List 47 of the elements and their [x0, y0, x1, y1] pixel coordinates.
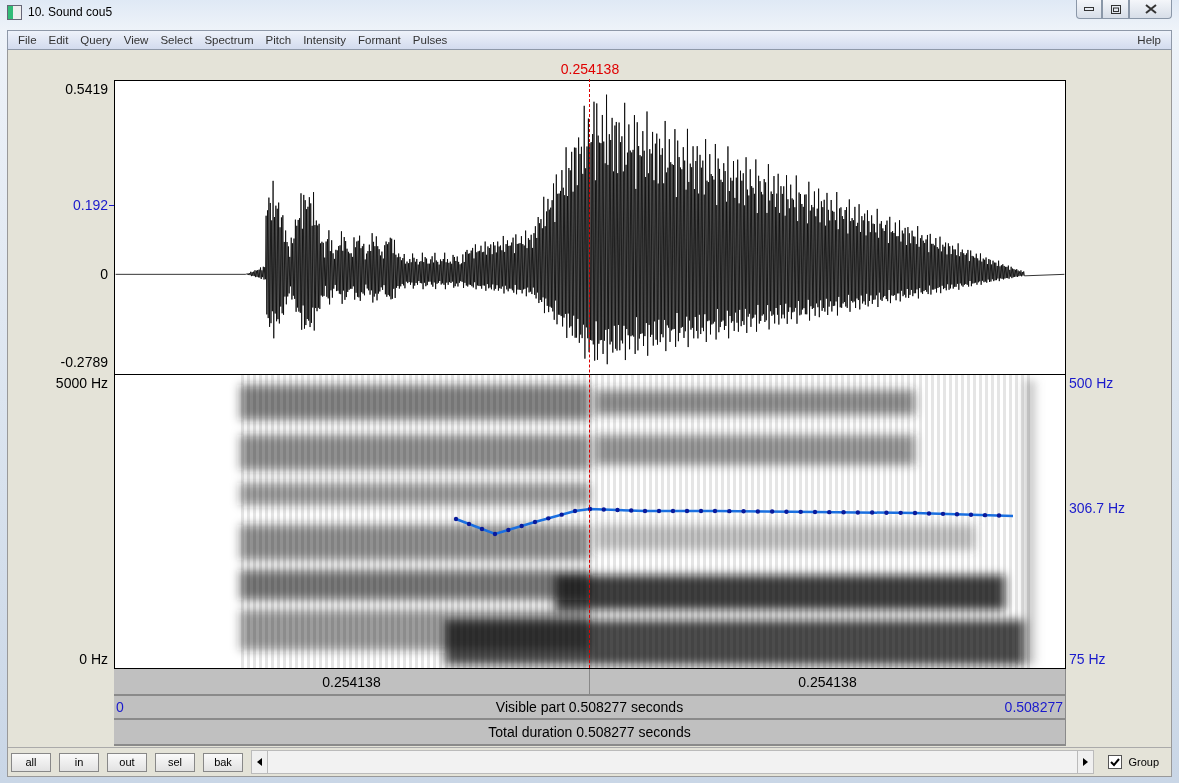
frequency-label: 5000 Hz	[55, 375, 108, 391]
menu-item[interactable]: Edit	[42, 34, 75, 46]
time-segment[interactable]: 0.254138	[589, 669, 1065, 694]
restore-icon	[1110, 4, 1121, 14]
menu-item[interactable]: Intensity	[297, 34, 352, 46]
horizontal-scrollbar[interactable]	[251, 750, 1095, 774]
right-triangle-icon	[1083, 758, 1089, 766]
window-title: 10. Sound cou5	[28, 5, 114, 19]
zoom-button[interactable]: bak	[203, 752, 243, 772]
close-icon	[1144, 4, 1157, 14]
pitch-label: 75 Hz	[1069, 651, 1106, 667]
total-duration-bar[interactable]: Total duration 0.508277 seconds	[114, 720, 1066, 746]
checkmark-icon	[1110, 757, 1121, 767]
amplitude-label: -0.2789	[60, 354, 108, 370]
close-button[interactable]	[1129, 0, 1172, 19]
cursor-time-label: 0.254138	[560, 61, 620, 77]
pitch-label: 500 Hz	[1069, 375, 1114, 391]
amplitude-label: 0.5419	[65, 81, 108, 97]
menu-item[interactable]: Query	[74, 34, 118, 46]
group-label: Group	[1128, 756, 1159, 768]
group-checkbox[interactable]	[1108, 755, 1123, 769]
zoom-button[interactable]: out	[107, 752, 147, 772]
visible-part-bar[interactable]: 0 Visible part 0.508277 seconds 0.508277	[114, 696, 1066, 720]
amplitude-label: 0	[100, 266, 108, 283]
menu-item[interactable]: Formant	[352, 34, 407, 46]
visible-part-label: Visible part 0.508277 seconds	[495, 699, 684, 715]
zoom-button[interactable]: all	[11, 752, 51, 772]
frequency-label: 0 Hz	[79, 651, 108, 667]
zoom-button[interactable]: sel	[155, 752, 195, 772]
end-time-label: 0.508277	[1004, 699, 1063, 715]
menu-item[interactable]: File	[12, 34, 43, 46]
minimize-icon	[1084, 7, 1094, 11]
minimize-button[interactable]	[1076, 0, 1102, 19]
menu-item[interactable]: View	[117, 34, 155, 46]
time-segment[interactable]: 0.254138	[114, 669, 589, 694]
amplitude-label: 0.192	[72, 197, 108, 214]
left-triangle-icon	[257, 758, 262, 766]
restore-button[interactable]	[1102, 0, 1129, 19]
menu-item[interactable]: Pulses	[406, 34, 454, 46]
menu-item[interactable]: Spectrum	[198, 34, 260, 46]
menu-item[interactable]: Help	[1131, 34, 1167, 46]
app-icon	[7, 5, 22, 20]
menu-item[interactable]: Select	[154, 34, 199, 46]
pitch-label: 306.7 Hz	[1069, 500, 1126, 517]
menu-item[interactable]: Pitch	[259, 34, 298, 46]
zoom-button[interactable]: in	[59, 752, 99, 772]
start-time-label: 0	[116, 699, 124, 715]
